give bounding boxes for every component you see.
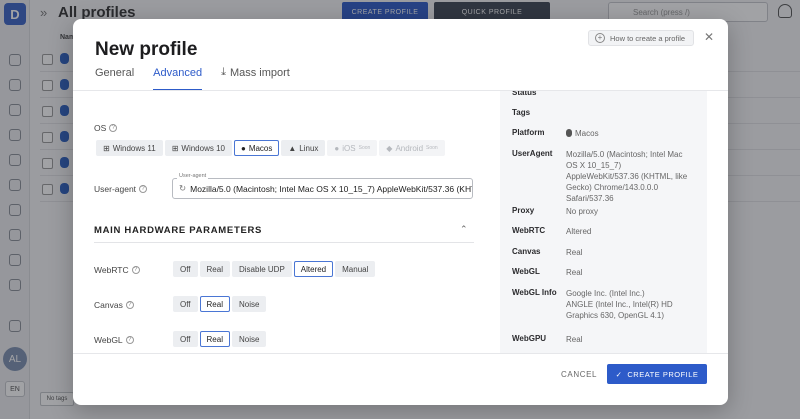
- os-label-text: OS: [94, 123, 107, 133]
- summary-key-useragent: UserAgent: [512, 149, 553, 158]
- create-profile-submit-button[interactable]: ✓ CREATE PROFILE: [607, 364, 707, 384]
- webgl-selector: Off Real Noise: [173, 331, 267, 347]
- summary-value-useragent: Mozilla/5.0 (Macintosh; Intel Mac OS X 1…: [566, 150, 688, 203]
- tab-general[interactable]: General: [95, 67, 134, 91]
- close-icon[interactable]: ✕: [704, 30, 714, 44]
- user-agent-label-text: User-agent: [94, 184, 137, 194]
- webrtc-option-altered[interactable]: Altered: [293, 261, 334, 277]
- plus-circle-icon: +: [595, 33, 605, 43]
- os-option-macos[interactable]: ● Macos: [233, 140, 280, 156]
- user-agent-value: Mozilla/5.0 (Macintosh; Intel Mac OS X 1…: [190, 183, 473, 194]
- summary-key-webrtc: WebRTC: [512, 226, 546, 235]
- summary-value-canvas: Real: [566, 248, 583, 257]
- os-option-windows-10[interactable]: ⊞ Windows 10: [164, 140, 232, 156]
- footer-divider: [73, 353, 728, 354]
- summary-key-webgl-info: WebGL Info: [512, 288, 557, 297]
- windows-icon: ⊞: [171, 143, 179, 153]
- apple-icon: [566, 129, 572, 137]
- refresh-icon[interactable]: ↻: [179, 183, 186, 194]
- linux-icon: ▲: [288, 143, 297, 153]
- webrtc-option-disable-udp[interactable]: Disable UDP: [231, 261, 292, 277]
- canvas-label: Canvas ?: [94, 300, 134, 310]
- help-icon[interactable]: ?: [139, 185, 148, 193]
- platform-value: Macos: [575, 129, 599, 138]
- summary-value-platform: Macos: [566, 128, 599, 139]
- os-selector: ⊞ Windows 11 ⊞ Windows 10 ● Macos ▲ Linux ● i…: [96, 140, 445, 156]
- os-option-windows-11[interactable]: ⊞ Windows 11: [96, 140, 163, 156]
- profile-summary-panel: Status Tags Platform Macos UserAgent Moz…: [500, 91, 707, 353]
- webgl-option-noise[interactable]: Noise: [231, 331, 267, 347]
- webrtc-label: WebRTC ?: [94, 265, 140, 275]
- download-icon: ⤓: [221, 66, 226, 78]
- summary-value-webgl: Real: [566, 268, 583, 277]
- os-option-android: ◆ Android Soon: [379, 140, 445, 156]
- windows-icon: ⊞: [103, 143, 110, 153]
- summary-key-platform: Platform: [512, 128, 545, 137]
- summary-key-webgpu: WebGPU: [512, 334, 547, 343]
- webrtc-option-manual[interactable]: Manual: [335, 261, 376, 277]
- summary-key-status: Status: [512, 91, 537, 97]
- cancel-button[interactable]: CANCEL: [561, 370, 597, 379]
- section-divider: [94, 242, 474, 243]
- tab-label: Advanced: [153, 67, 203, 79]
- apple-icon: ●: [334, 143, 340, 153]
- os-option-ios: ● iOS Soon: [327, 140, 378, 156]
- help-icon[interactable]: ?: [125, 336, 134, 344]
- canvas-label-text: Canvas: [94, 300, 123, 310]
- option-label: iOS: [342, 143, 356, 153]
- webrtc-label-text: WebRTC: [94, 265, 129, 275]
- option-label: Android: [395, 143, 424, 153]
- canvas-selector: Off Real Noise: [173, 296, 267, 312]
- help-icon[interactable]: ?: [109, 124, 118, 132]
- os-label: OS ?: [94, 123, 118, 133]
- create-profile-label: CREATE PROFILE: [627, 369, 699, 379]
- summary-key-canvas: Canvas: [512, 247, 541, 256]
- modal-tabs: General Advanced ⤓ Mass import: [95, 67, 290, 91]
- canvas-option-real[interactable]: Real: [199, 296, 230, 312]
- option-label: Windows 10: [181, 143, 225, 153]
- canvas-option-off[interactable]: Off: [173, 296, 198, 312]
- user-agent-float-label: User-agent: [177, 173, 209, 179]
- new-profile-modal: New profile + How to create a profile ✕ …: [73, 19, 728, 405]
- summary-key-tags: Tags: [512, 108, 531, 117]
- webgl-label-text: WebGL: [94, 335, 123, 345]
- webrtc-option-off[interactable]: Off: [173, 261, 198, 277]
- chevron-up-icon[interactable]: ⌃: [460, 224, 468, 235]
- summary-value-webgl-info: Google Inc. (Intel Inc.) ANGLE (Intel In…: [566, 289, 673, 320]
- option-label: Macos: [248, 143, 273, 153]
- webgl-option-real[interactable]: Real: [199, 331, 230, 347]
- check-icon: ✓: [615, 369, 623, 379]
- webgl-label: WebGL ?: [94, 335, 134, 345]
- soon-badge: Soon: [358, 145, 371, 151]
- webgl-option-off[interactable]: Off: [173, 331, 198, 347]
- user-agent-field[interactable]: ↻ Mozilla/5.0 (Macintosh; Intel Mac OS X…: [172, 178, 473, 199]
- webrtc-selector: Off Real Disable UDP Altered Manual: [173, 261, 376, 277]
- tab-label: Mass import: [229, 67, 290, 79]
- settings-panel: OS ? ⊞ Windows 11 ⊞ Windows 10 ● Macos ▲ Lin…: [73, 91, 500, 353]
- summary-value-webgpu: Real: [566, 335, 583, 344]
- summary-value-webrtc: Altered: [566, 227, 592, 236]
- tab-mass-import[interactable]: ⤓ Mass import: [221, 67, 290, 91]
- soon-badge: Soon: [426, 145, 438, 151]
- modal-title: New profile: [95, 39, 198, 60]
- how-to-create-label: How to create a profile: [610, 33, 686, 43]
- summary-value-proxy: No proxy: [566, 207, 599, 216]
- summary-key-proxy: Proxy: [512, 206, 535, 215]
- how-to-create-button[interactable]: + How to create a profile: [588, 30, 694, 46]
- tab-advanced[interactable]: Advanced: [153, 67, 202, 91]
- canvas-option-noise[interactable]: Noise: [231, 296, 267, 312]
- user-agent-label: User-agent ?: [94, 184, 148, 194]
- apple-icon: ●: [240, 143, 246, 153]
- option-label: Linux: [299, 143, 319, 153]
- tab-label: General: [95, 67, 135, 79]
- webrtc-option-real[interactable]: Real: [199, 261, 230, 277]
- summary-key-webgl: WebGL: [512, 267, 540, 276]
- help-icon[interactable]: ?: [131, 266, 140, 274]
- android-icon: ◆: [386, 143, 393, 153]
- os-option-linux[interactable]: ▲ Linux: [281, 140, 326, 156]
- help-icon[interactable]: ?: [125, 301, 134, 309]
- option-label: Windows 11: [112, 143, 156, 153]
- hardware-section-title: MAIN HARDWARE PARAMETERS: [94, 225, 263, 236]
